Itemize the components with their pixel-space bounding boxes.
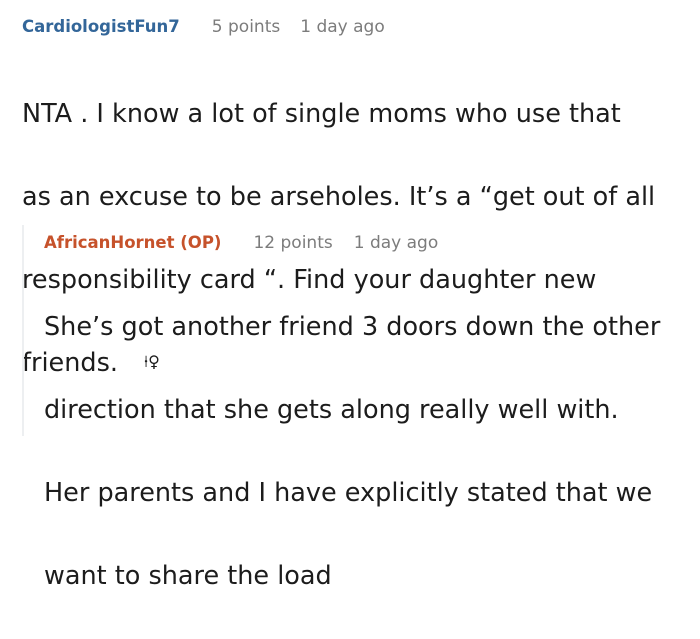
- reply-thread-line[interactable]: [22, 225, 24, 436]
- comment-line: NTA . I know a lot of single moms who us…: [22, 98, 621, 129]
- comment-username[interactable]: CardiologistFun7: [22, 17, 180, 36]
- reply-body: She’s got another friend 3 doors down th…: [44, 265, 694, 639]
- reply-username[interactable]: AfricanHornet (OP): [44, 233, 221, 252]
- reply-meta: AfricanHornet (OP) 12 points 1 day ago: [44, 233, 694, 259]
- comment-meta: CardiologistFun7 5 points 1 day ago: [22, 17, 690, 43]
- reply-time: 1 day ago: [353, 233, 439, 253]
- reply-line: Her parents and I have explicitly stated…: [44, 477, 653, 508]
- reply-points: 12 points: [253, 233, 333, 253]
- comment-points: 5 points: [211, 17, 281, 37]
- reply-line: direction that she gets along really wel…: [44, 394, 619, 425]
- reply-line: want to share the load: [44, 560, 332, 591]
- reply-line: She’s got another friend 3 doors down th…: [44, 311, 661, 342]
- comment-line: as an excuse to be arseholes. It’s a “ge…: [22, 181, 656, 212]
- comment-time: 1 day ago: [300, 17, 385, 37]
